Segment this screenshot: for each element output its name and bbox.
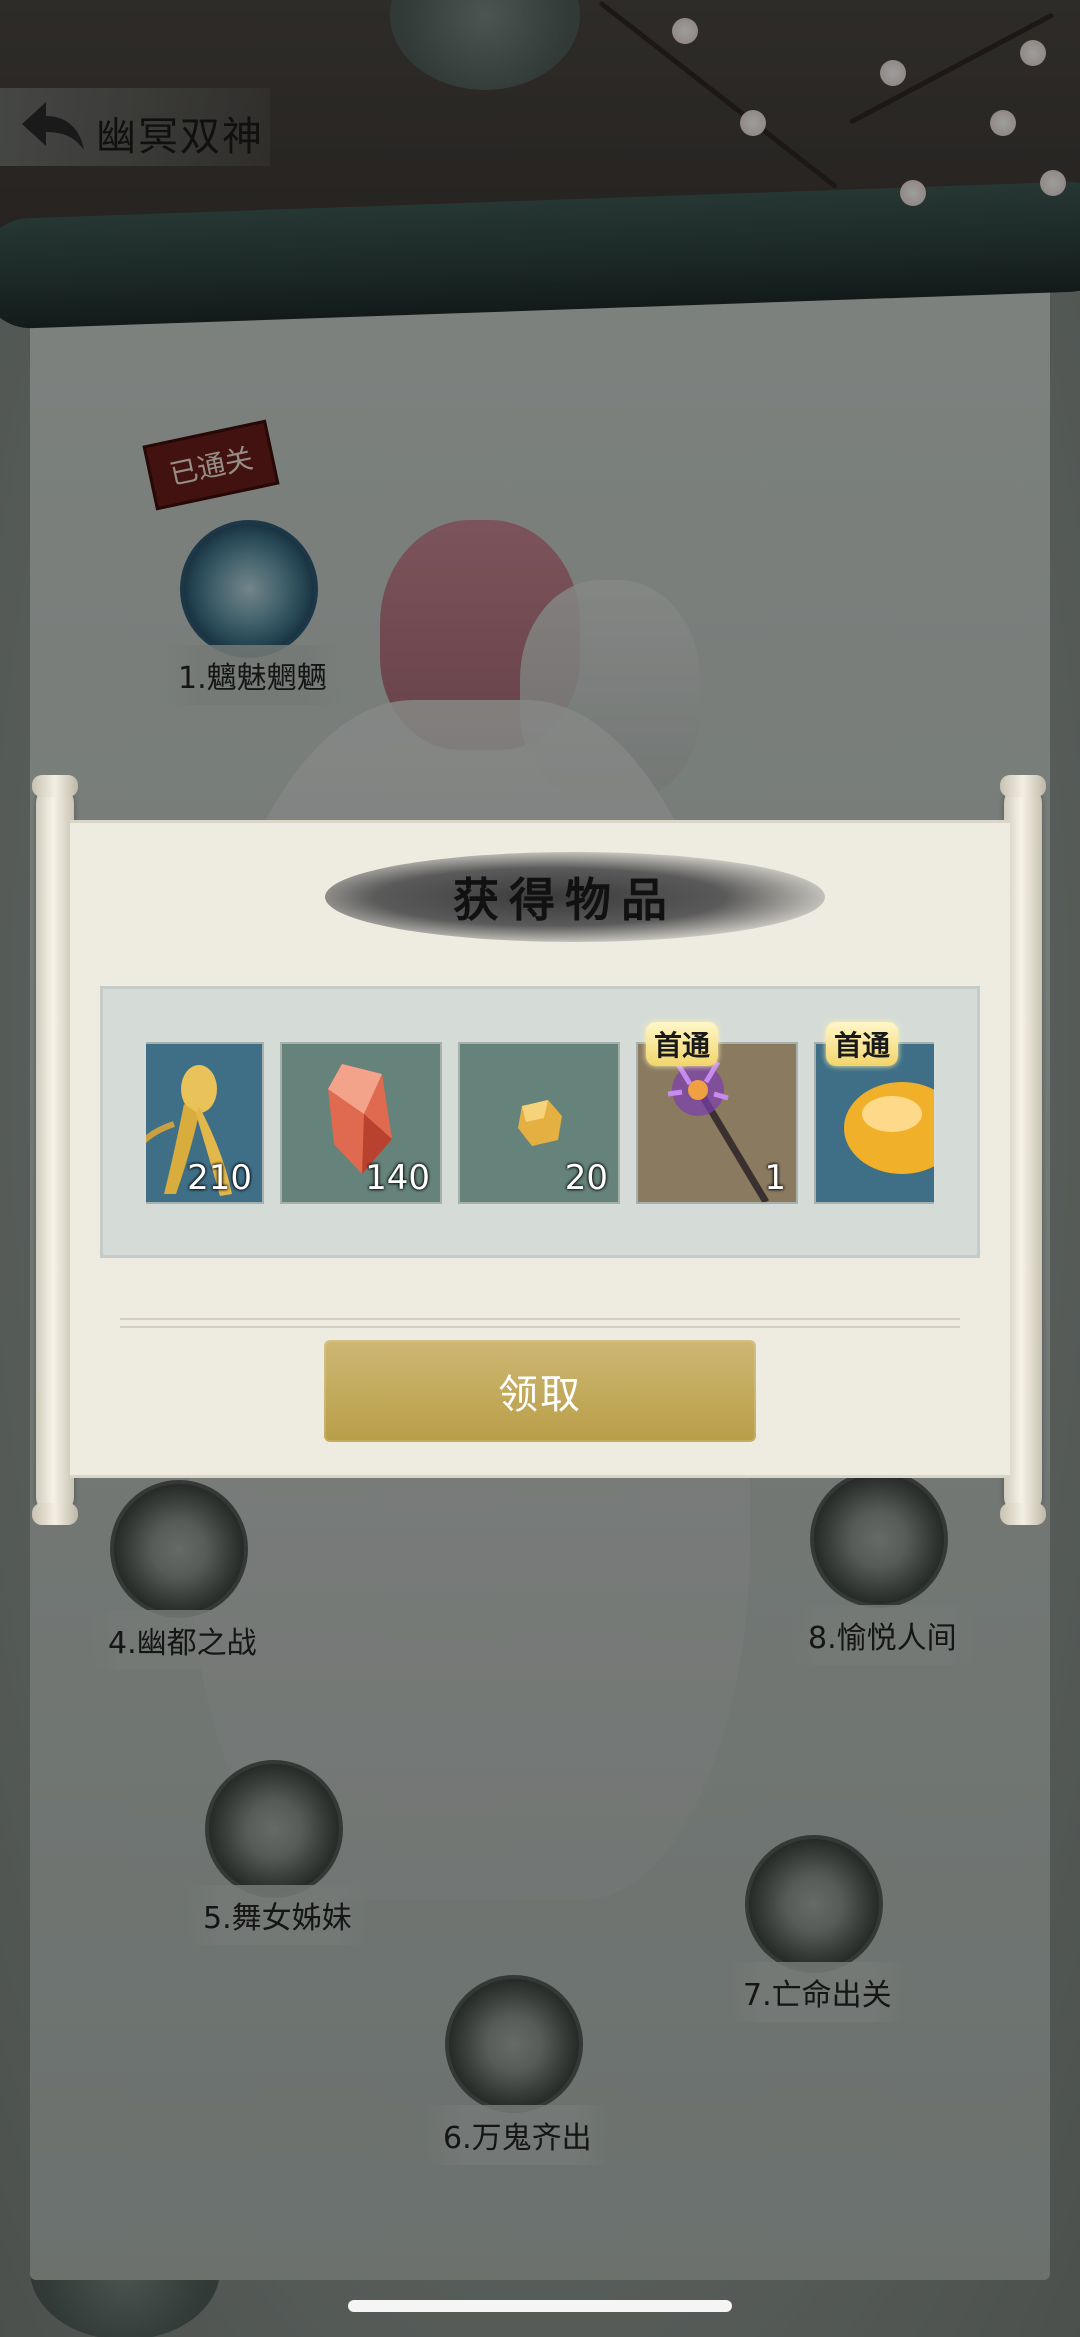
first-clear-tag: 首通: [826, 1022, 899, 1066]
claim-button[interactable]: 领取: [324, 1340, 756, 1442]
dialog-scroll-rod-left: [32, 775, 78, 1525]
reward-item[interactable]: 20: [458, 1042, 620, 1204]
home-indicator[interactable]: [348, 2300, 732, 2312]
gold-orb-icon: [844, 1082, 934, 1174]
first-clear-tag: 首通: [646, 1022, 719, 1066]
item-count: 140: [365, 1158, 430, 1198]
dialog-title: 获得物品: [453, 873, 677, 927]
reward-item[interactable]: 140: [280, 1042, 442, 1204]
reward-item[interactable]: 1: [636, 1042, 798, 1204]
item-count: 20: [564, 1158, 608, 1198]
reward-items-list[interactable]: 210 140 20 1: [146, 1042, 934, 1208]
item-count: 210: [187, 1158, 252, 1198]
dialog-divider: [120, 1318, 960, 1328]
item-count: 1: [764, 1158, 786, 1198]
reward-item[interactable]: [814, 1042, 934, 1204]
reward-item[interactable]: 210: [146, 1042, 264, 1204]
